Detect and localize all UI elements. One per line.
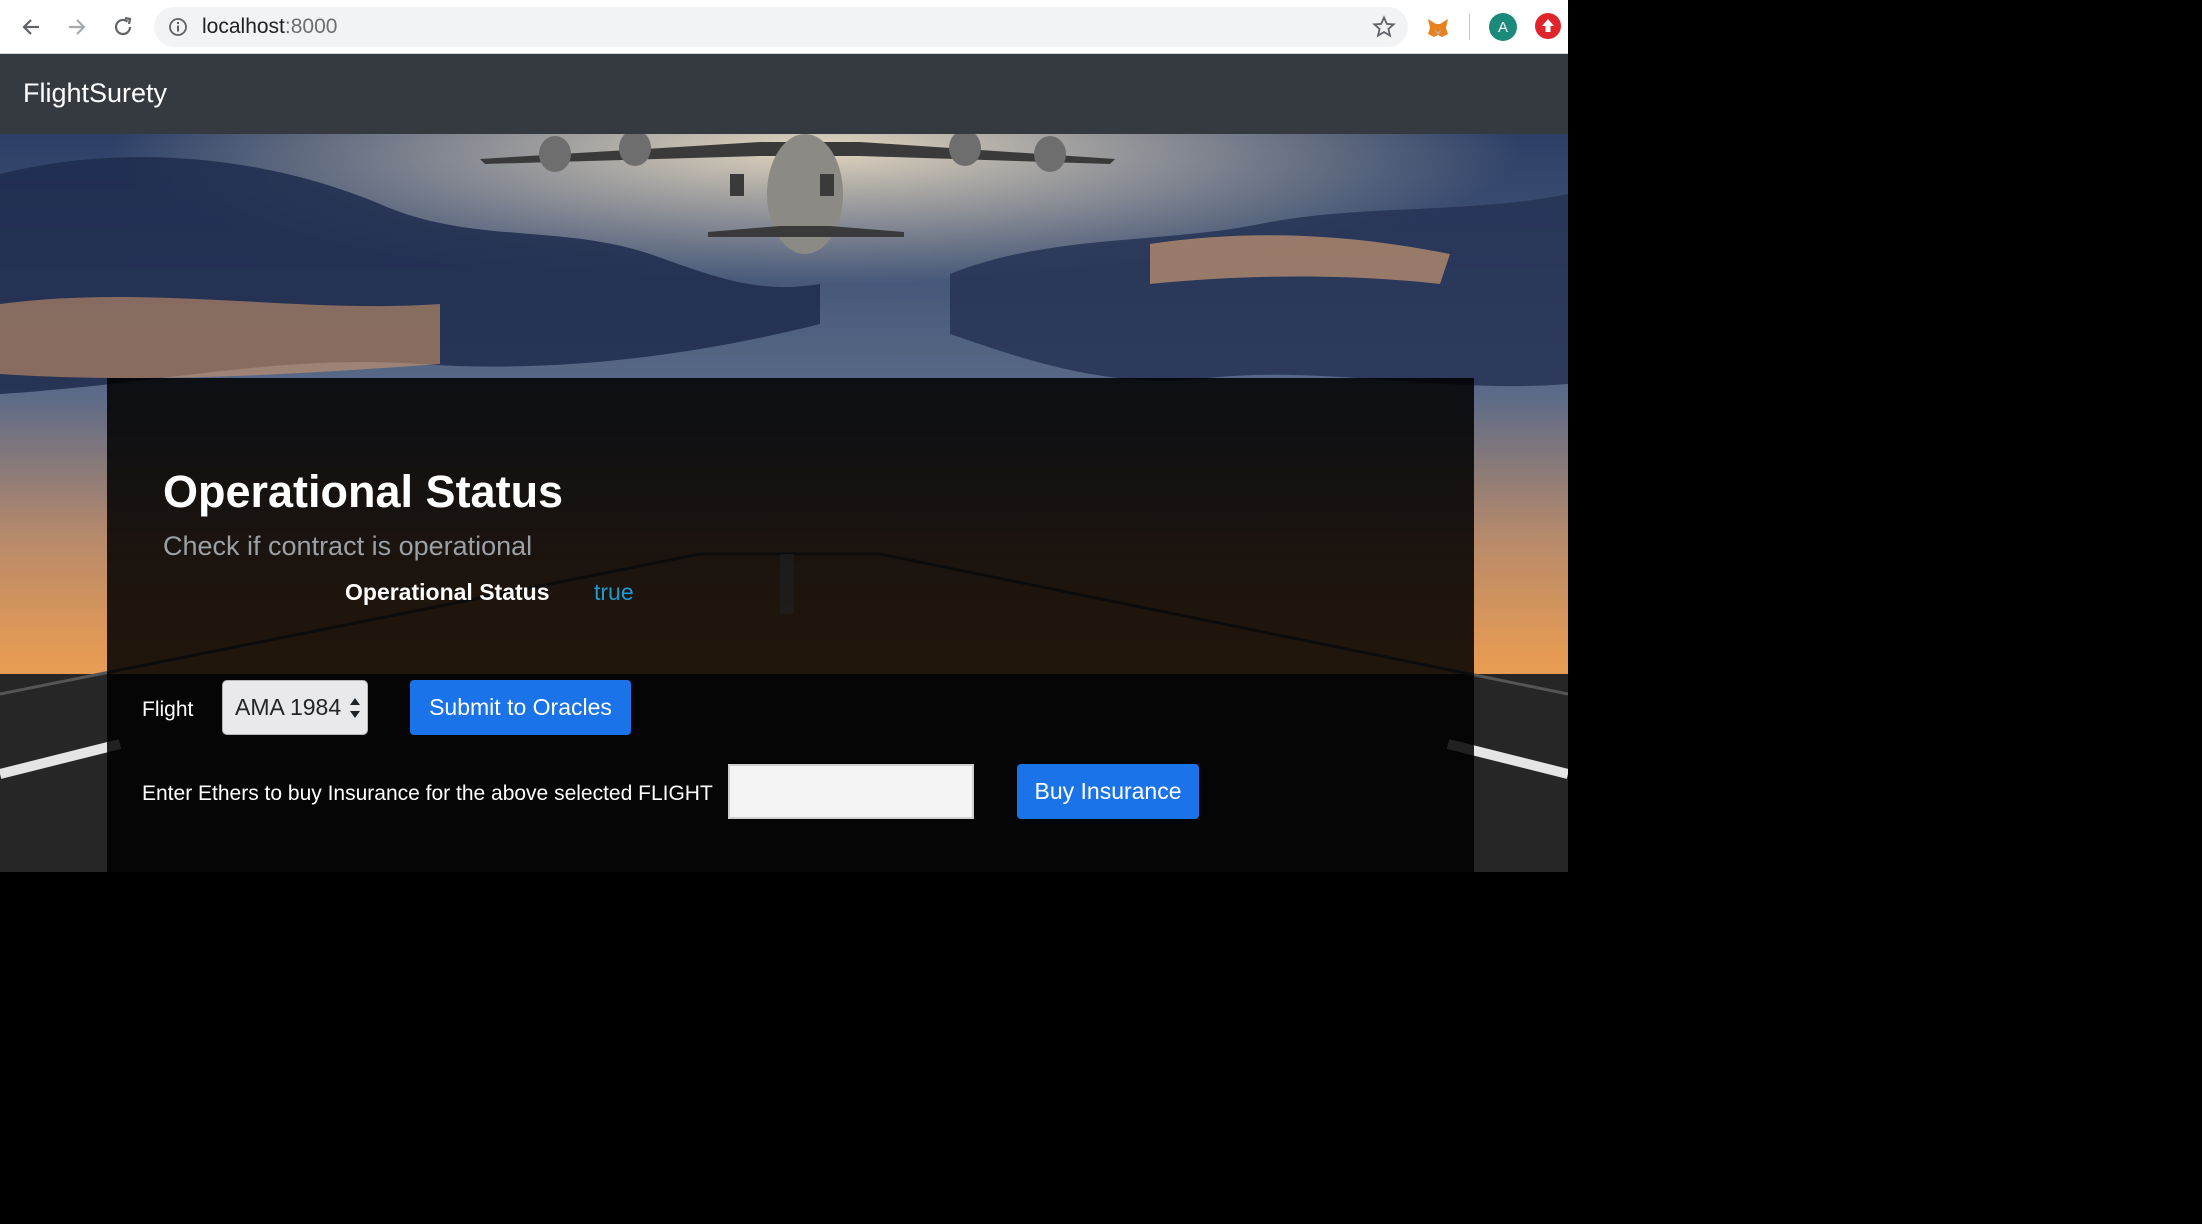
info-icon[interactable]: [168, 17, 188, 37]
address-bar[interactable]: localhost:8000: [154, 7, 1408, 47]
status-label: Operational Status: [345, 579, 550, 605]
browser-toolbar: localhost:8000 A: [0, 0, 1568, 54]
section-subtitle: Check if contract is operational: [163, 531, 533, 561]
select-arrows-icon: [350, 698, 360, 718]
url-text: localhost:8000: [202, 15, 338, 38]
reload-icon[interactable]: [106, 10, 140, 44]
insurance-label: Enter Ethers to buy Insurance for the ab…: [142, 782, 713, 805]
flight-label: Flight: [142, 698, 194, 721]
toolbar-divider: [1469, 14, 1470, 40]
profile-avatar[interactable]: A: [1489, 13, 1517, 41]
submit-to-oracles-button[interactable]: Submit to Oracles: [410, 680, 631, 735]
buy-insurance-button[interactable]: Buy Insurance: [1017, 764, 1199, 819]
back-arrow-icon[interactable]: [14, 10, 48, 44]
forward-arrow-icon[interactable]: [60, 10, 94, 44]
extension-red-icon[interactable]: [1535, 13, 1561, 39]
flight-select-value: AMA 1984: [235, 694, 342, 720]
content-panel: Operational Status Check if contract is …: [107, 378, 1474, 872]
section-title: Operational Status: [163, 466, 564, 517]
metamask-fox-icon[interactable]: [1424, 14, 1452, 42]
insurance-amount-input[interactable]: [728, 764, 974, 819]
app-navbar: FlightSurety: [0, 54, 1568, 134]
status-value: true: [594, 579, 634, 605]
flight-select[interactable]: AMA 1984: [222, 680, 368, 735]
star-icon[interactable]: [1372, 15, 1396, 39]
brand-logo-text[interactable]: FlightSurety: [23, 78, 167, 109]
